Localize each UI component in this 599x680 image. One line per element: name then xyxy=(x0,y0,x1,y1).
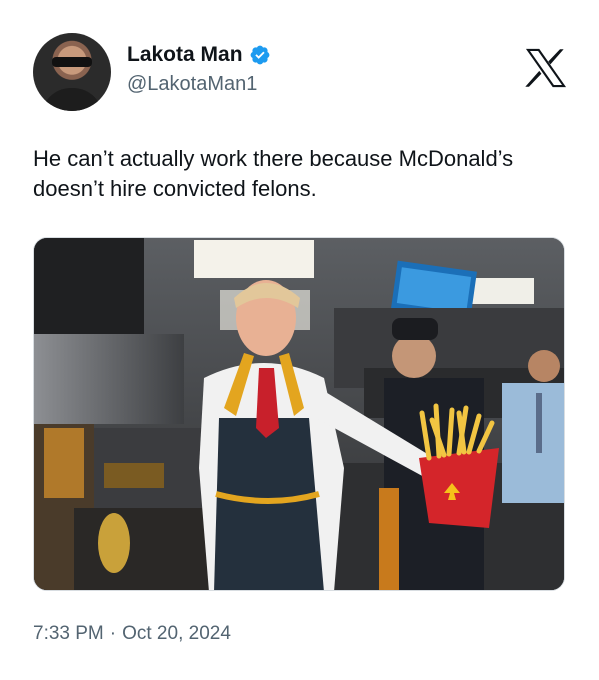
display-name[interactable]: Lakota Man xyxy=(127,43,243,67)
tweet-text: He can’t actually work there because McD… xyxy=(33,146,514,201)
author-names: Lakota Man @LakotaMan1 xyxy=(127,43,271,96)
tweet-header: Lakota Man @LakotaMan1 xyxy=(33,33,573,113)
avatar-sunglasses xyxy=(52,57,92,67)
avatar[interactable] xyxy=(33,33,111,111)
author-handle[interactable]: @LakotaMan1 xyxy=(127,73,271,96)
tweet-timestamp[interactable]: 7:33 PM · Oct 20, 2024 xyxy=(33,623,231,645)
tweet-date: Oct 20, 2024 xyxy=(122,623,231,644)
verified-badge-icon xyxy=(250,45,269,65)
tweet-time: 7:33 PM xyxy=(33,623,104,644)
photo-illustration xyxy=(34,238,564,590)
tweet-photo[interactable] xyxy=(33,237,565,591)
timestamp-separator: · xyxy=(109,623,117,644)
avatar-shirt xyxy=(41,88,103,111)
name-row: Lakota Man xyxy=(127,43,271,67)
x-logo-icon[interactable] xyxy=(523,45,569,91)
